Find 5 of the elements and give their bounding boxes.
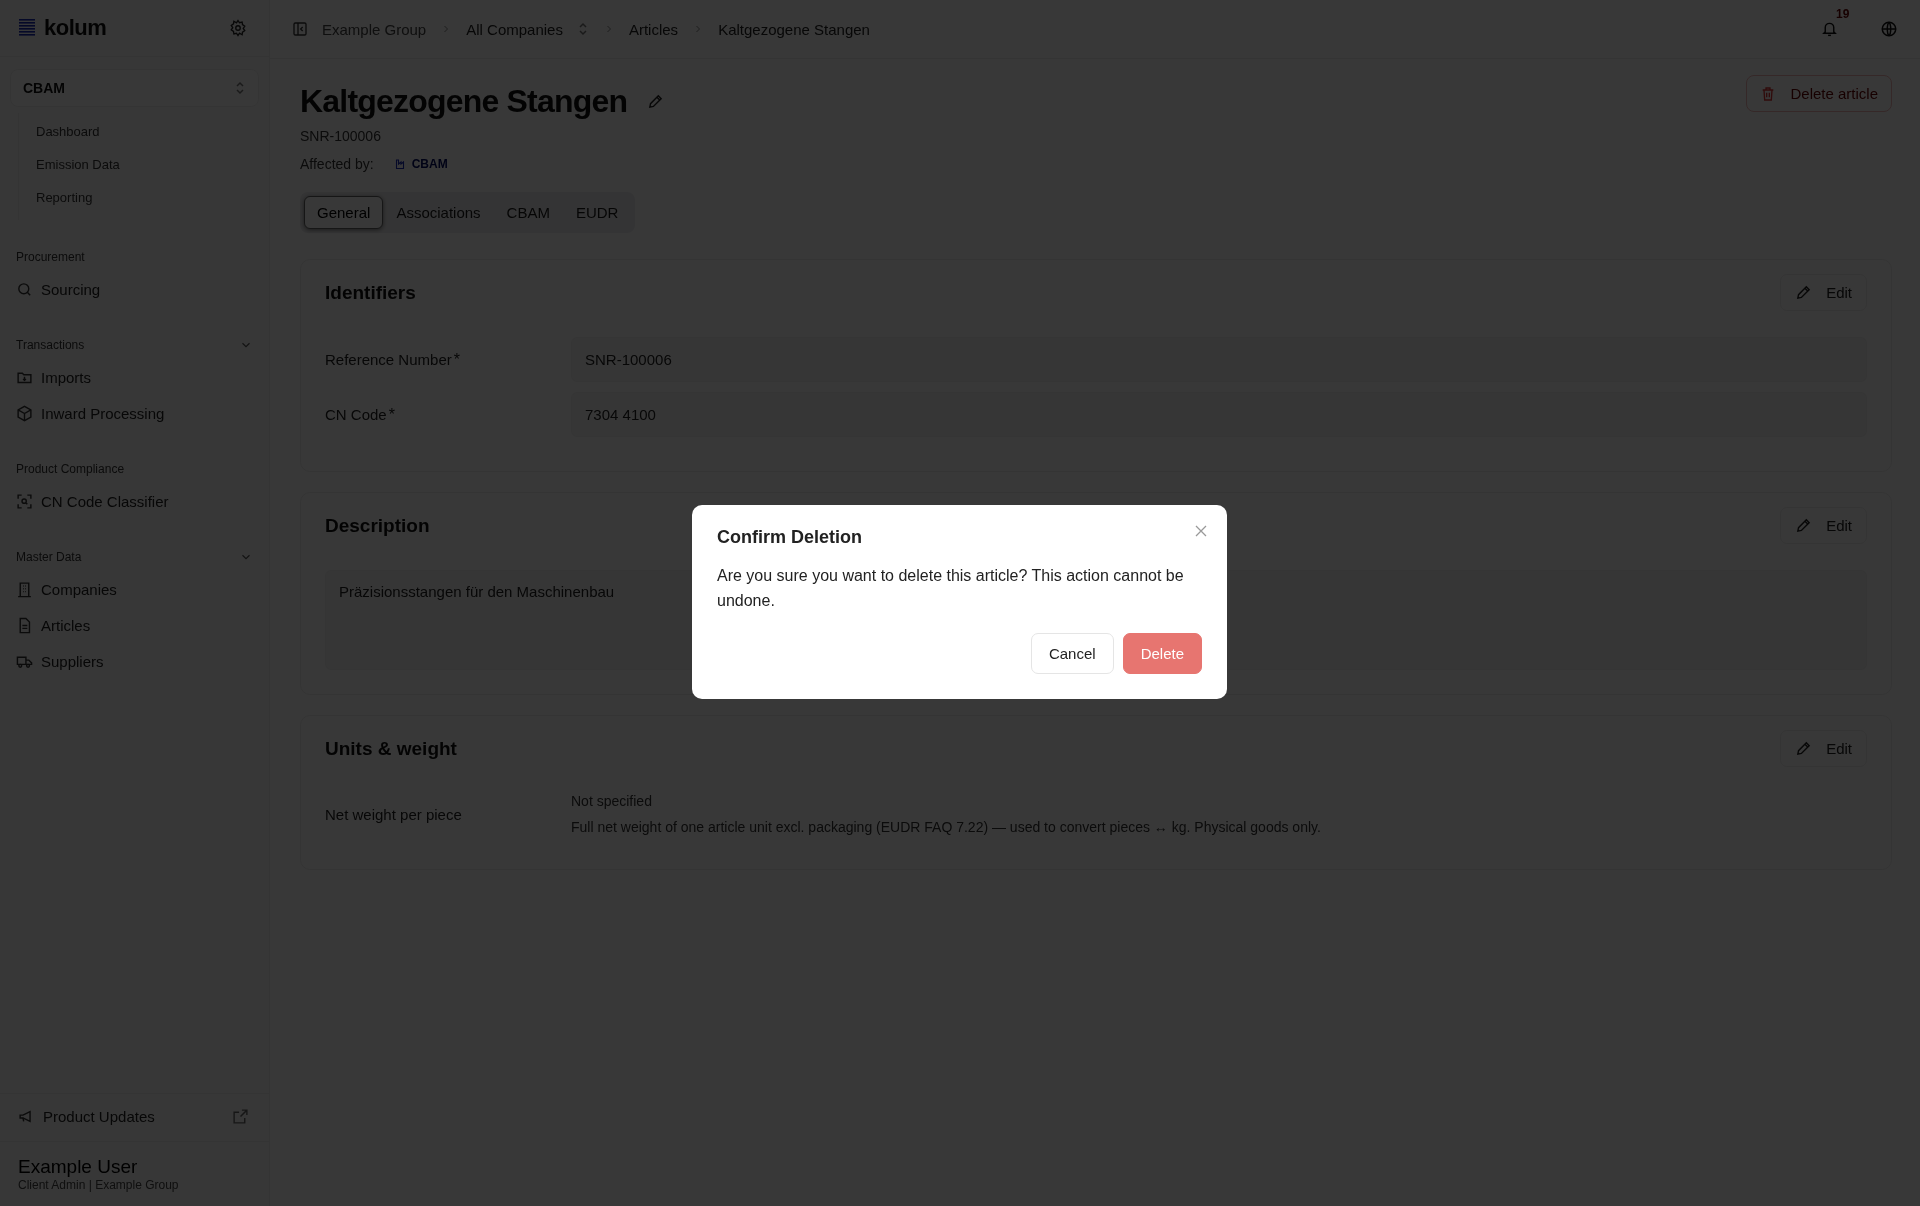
dialog-title: Confirm Deletion	[717, 527, 863, 548]
delete-button[interactable]: Delete	[1122, 633, 1202, 674]
close-icon[interactable]	[1195, 525, 1207, 537]
cancel-button[interactable]: Cancel	[1030, 633, 1114, 674]
dialog-message: Are you sure you want to delete this article? This action cannot be undone.	[717, 566, 1185, 611]
